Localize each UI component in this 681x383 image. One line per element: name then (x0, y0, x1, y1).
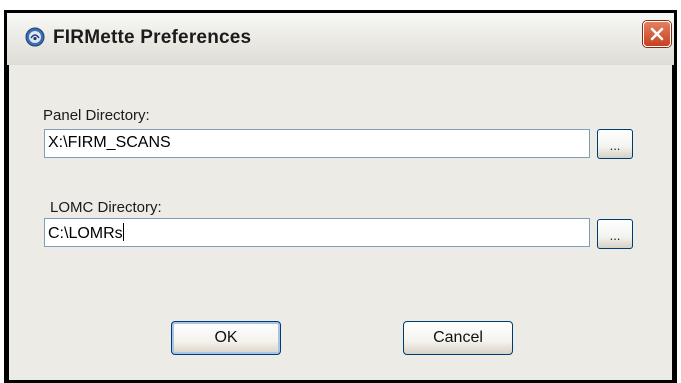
dialog-body: Panel Directory: X:\FIRM_SCANS ... LOMC … (9, 65, 672, 380)
title-bar[interactable]: FIRMette Preferences (7, 13, 674, 65)
panel-directory-browse-button[interactable]: ... (597, 129, 633, 159)
close-button[interactable] (643, 21, 671, 47)
text-caret (122, 223, 124, 241)
panel-directory-label: Panel Directory: (43, 107, 150, 124)
window-title: FIRMette Preferences (53, 27, 252, 48)
lomc-directory-input[interactable]: C:\LOMRs (44, 218, 590, 247)
cancel-button[interactable]: Cancel (403, 321, 513, 355)
panel-directory-value: X:\FIRM_SCANS (48, 134, 171, 151)
ok-button[interactable]: OK (171, 321, 281, 355)
lomc-directory-browse-button[interactable]: ... (597, 219, 633, 249)
preferences-dialog: FIRMette Preferences Panel Directory: X:… (4, 10, 677, 383)
lomc-directory-value: C:\LOMRs (48, 225, 123, 242)
lomc-directory-label: LOMC Directory: (50, 199, 162, 216)
panel-directory-input[interactable]: X:\FIRM_SCANS (44, 129, 590, 158)
fema-seal-icon (25, 27, 45, 47)
close-icon (650, 27, 664, 41)
